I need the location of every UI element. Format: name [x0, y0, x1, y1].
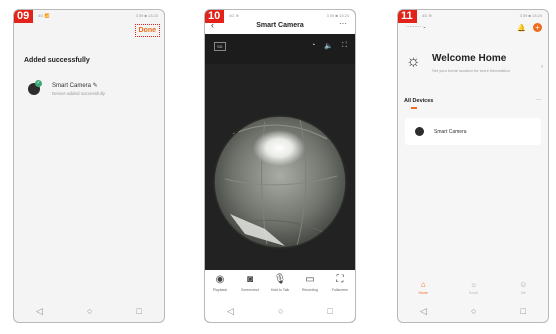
- expand-icon[interactable]: ⛶: [342, 42, 347, 50]
- step-badge: 10: [205, 10, 225, 23]
- speaker-icon[interactable]: 🔈: [324, 42, 333, 50]
- status-bar: 4G ⊕ 3 59 ■ 13:24: [398, 10, 548, 21]
- camera-snapshot-icon: ◙: [246, 274, 254, 285]
- back-nav-icon[interactable]: ◁: [227, 306, 234, 317]
- video-control-bar: SD ◔ 🔈 ⛶: [205, 34, 355, 64]
- tab-all-devices[interactable]: All Devices: [404, 98, 433, 104]
- fullscreen-icon: ⛶: [336, 274, 344, 285]
- page-title: Smart Camera: [256, 22, 304, 29]
- home-nav-icon[interactable]: ○: [278, 306, 283, 316]
- top-bar: 4G ⊕ 3 59 ■ 13:24 ‹ Smart Camera ···: [205, 10, 355, 34]
- android-nav-bar: ◁ ○ □: [14, 300, 164, 322]
- tab-label: Smart: [468, 291, 479, 295]
- recents-nav-icon[interactable]: □: [137, 306, 142, 316]
- tab-underline: [411, 107, 417, 109]
- status-right: 3 59 ■ 13:23: [135, 13, 158, 18]
- tab-home[interactable]: ⌂ Home: [419, 280, 428, 302]
- tool-label: Fullscreen: [331, 288, 349, 292]
- phone-screen-camera-live-view: 10 4G ⊕ 3 59 ■ 13:24 ‹ Smart Camera ··· …: [204, 9, 356, 323]
- page-title: Added successfully: [24, 57, 90, 64]
- chevron-right-icon[interactable]: ›: [541, 64, 543, 70]
- camera-live-view[interactable]: [205, 64, 355, 297]
- android-nav-bar: ◁ ○ □: [398, 300, 548, 322]
- bottom-tab-bar: ⌂ Home ☼ Smart ☺ Me: [398, 280, 548, 302]
- tab-smart[interactable]: ☼ Smart: [469, 280, 478, 302]
- home-nav-icon[interactable]: ○: [87, 306, 92, 316]
- home-selector[interactable]: ········· ⌄: [406, 24, 427, 30]
- added-device-row[interactable]: ✓ Smart Camera ✎ Device added successful…: [28, 80, 106, 96]
- device-subtitle: Device added successfully: [52, 91, 106, 96]
- add-device-button[interactable]: +: [533, 23, 542, 32]
- screenshot-button[interactable]: ◙ Screenshot: [239, 274, 261, 292]
- more-icon[interactable]: ···: [536, 97, 542, 103]
- tab-label: Me: [520, 291, 526, 295]
- fullscreen-button[interactable]: ⛶ Fullscreen: [329, 274, 351, 292]
- step-badge: 11: [398, 10, 417, 23]
- status-left: 4G ⊕: [229, 13, 239, 18]
- fisheye-video-image: [205, 64, 355, 297]
- status-right: 3 59 ■ 13:24: [326, 13, 349, 18]
- video-record-icon: ▭: [305, 274, 315, 285]
- check-icon: ✓: [35, 80, 42, 87]
- timer-icon[interactable]: ◔: [311, 42, 315, 50]
- recording-button[interactable]: ▭ Recording: [299, 274, 321, 292]
- playback-button[interactable]: ◉ Playback: [209, 274, 231, 292]
- home-nav-icon[interactable]: ○: [471, 306, 476, 316]
- welcome-title: Welcome Home: [432, 53, 507, 64]
- status-left: 4G 📶: [38, 13, 50, 18]
- bell-icon[interactable]: 🔔: [517, 24, 526, 32]
- quality-toggle[interactable]: SD: [214, 42, 226, 51]
- recents-nav-icon[interactable]: □: [328, 306, 333, 316]
- sun-icon: ☼: [406, 53, 421, 70]
- tool-label: Playback: [212, 288, 228, 292]
- back-nav-icon[interactable]: ◁: [420, 306, 427, 317]
- status-left: 4G ⊕: [422, 13, 432, 18]
- more-icon[interactable]: ···: [339, 19, 347, 28]
- android-nav-bar: ◁ ○ □: [205, 300, 355, 322]
- phone-screen-added-successfully: 09 4G 📶 3 59 ■ 13:23 Done Added successf…: [13, 9, 165, 323]
- tool-label: Screenshot: [241, 288, 259, 292]
- recents-nav-icon[interactable]: □: [521, 306, 526, 316]
- playback-icon: ◉: [215, 274, 225, 285]
- tool-label: Recording: [302, 288, 318, 292]
- camera-icon: [415, 127, 424, 136]
- device-card[interactable]: Smart Camera: [405, 118, 541, 145]
- camera-toolbar: ◉ Playback ◙ Screenshot 🎙 Hold to Talk ▭…: [205, 270, 355, 300]
- home-icon: ⌂: [420, 280, 426, 289]
- tool-label: Hold to Talk: [270, 288, 290, 292]
- status-right: 3 59 ■ 13:24: [519, 13, 542, 18]
- step-badge: 09: [14, 10, 34, 23]
- profile-icon: ☺: [519, 280, 528, 289]
- device-name[interactable]: Smart Camera ✎: [52, 82, 105, 89]
- welcome-subtitle[interactable]: Set your home location for more informat…: [432, 68, 514, 73]
- status-bar: 4G 📶 3 59 ■ 13:23: [14, 10, 164, 21]
- tab-me[interactable]: ☺ Me: [519, 280, 527, 302]
- smart-icon: ☼: [469, 280, 478, 289]
- back-nav-icon[interactable]: ◁: [36, 306, 43, 317]
- microphone-icon: 🎙: [273, 274, 287, 285]
- camera-icon: ✓: [28, 80, 42, 95]
- hold-to-talk-button[interactable]: 🎙 Hold to Talk: [269, 274, 291, 292]
- tab-label: Home: [418, 291, 428, 295]
- device-name: Smart Camera: [434, 128, 467, 135]
- status-bar: 4G ⊕ 3 59 ■ 13:24: [205, 10, 355, 21]
- phone-screen-home: 11 4G ⊕ 3 59 ■ 13:24 ········· ⌄ 🔔 + ☼ W…: [397, 9, 549, 323]
- done-button[interactable]: Done: [134, 24, 160, 37]
